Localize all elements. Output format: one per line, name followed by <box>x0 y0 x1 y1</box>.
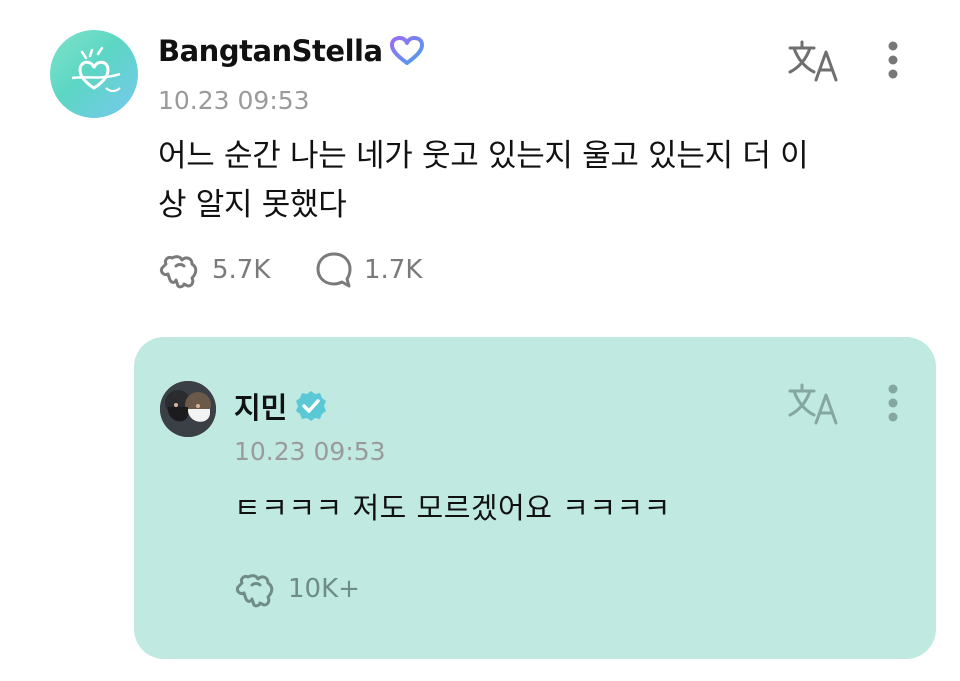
like-button[interactable]: 10K+ <box>234 569 360 609</box>
like-count: 5.7K <box>212 255 271 285</box>
heart-doodle-icon <box>71 46 121 92</box>
author-name[interactable]: BangtanStella <box>158 34 383 68</box>
verified-check-icon <box>296 391 326 421</box>
comment-bubble-icon <box>316 252 352 288</box>
comment-button[interactable]: 1.7K <box>314 250 422 290</box>
post-body: 어느 순간 나는 네가 웃고 있는지 울고 있는지 더 이 상 알지 못했다 <box>158 132 898 230</box>
more-options-icon[interactable] <box>886 40 900 80</box>
reply-card: 지민 10.23 09:53 ㅌㅋㅋㅋ 저도 모르겠어요 ㅋㅋㅋㅋ 10K+ <box>134 337 936 659</box>
post: BangtanStella 10.23 09:53 어느 순간 나는 네가 웃고… <box>0 0 960 330</box>
reply-body: ㅌㅋㅋㅋ 저도 모르겠어요 ㅋㅋㅋㅋ <box>234 491 671 525</box>
post-text-line: 어느 순간 나는 네가 웃고 있는지 울고 있는지 더 이 <box>158 138 809 174</box>
like-button[interactable]: 5.7K <box>158 250 270 290</box>
profile-photo-icon <box>160 381 216 437</box>
heart-outline-icon <box>390 36 424 65</box>
post-text-line: 상 알지 못했다 <box>158 187 347 223</box>
post-timestamp: 10.23 09:53 <box>158 86 310 115</box>
like-hand-icon <box>160 255 198 289</box>
reply-author-name[interactable]: 지민 <box>234 385 287 427</box>
like-hand-icon <box>236 574 274 608</box>
like-count: 10K+ <box>288 574 360 604</box>
avatar[interactable] <box>160 381 216 437</box>
more-options-icon[interactable] <box>886 383 900 423</box>
comment-count: 1.7K <box>364 255 423 285</box>
avatar[interactable] <box>50 30 138 118</box>
translate-icon[interactable] <box>786 38 842 84</box>
reply-timestamp: 10.23 09:53 <box>234 437 386 466</box>
translate-icon[interactable] <box>786 381 842 427</box>
